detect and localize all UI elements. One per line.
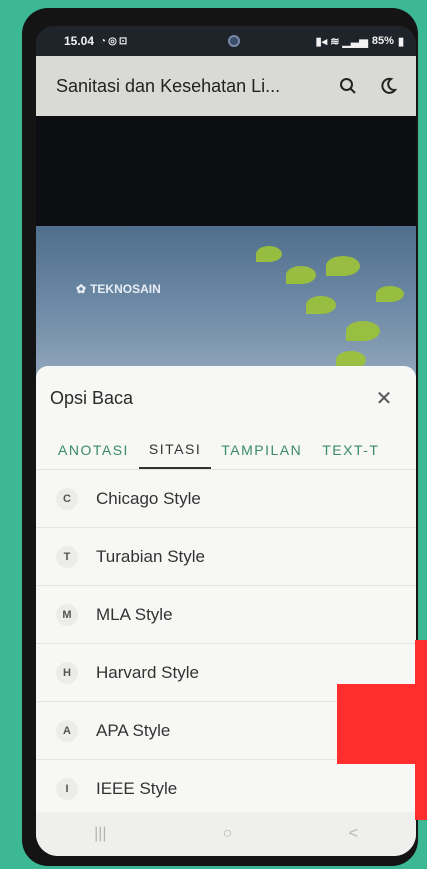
leaf-decoration — [306, 296, 336, 314]
leaf-decoration — [326, 256, 360, 276]
brand-icon: ✿ — [76, 282, 87, 296]
battery-level: 85% — [371, 35, 394, 47]
system-nav-bar: ||| ○ < — [36, 812, 416, 856]
dark-mode-icon[interactable] — [374, 72, 402, 100]
leaf-decoration — [376, 286, 404, 302]
style-label: Turabian Style — [96, 546, 205, 566]
brand-logo: ✿ TEKNOSAIN — [76, 282, 161, 296]
style-badge: A — [56, 719, 78, 742]
style-badge: C — [56, 487, 78, 510]
recents-button[interactable]: ||| — [94, 825, 106, 843]
style-badge: T — [56, 545, 78, 568]
app-bar: Sanitasi dan Kesehatan Li... — [36, 56, 416, 116]
list-item-mla[interactable]: M MLA Style — [36, 586, 416, 644]
status-bar: 15.04 ◔◎⊡ ▮◂ ≋ ▁▃▅ 85% ▮ — [36, 26, 416, 56]
lock-icon: ⊡ — [118, 35, 130, 47]
leaf-decoration — [256, 246, 282, 262]
page-title: Sanitasi dan Kesehatan Li... — [56, 75, 281, 96]
signal-icon: ▮◂ ≋ ▁▃▅ — [315, 35, 368, 48]
list-item-chicago[interactable]: C Chicago Style — [36, 470, 416, 528]
option-tabs: ANOTASI SITASI TAMPILAN TEXT-T — [36, 430, 416, 470]
style-label: Chicago Style — [96, 488, 201, 508]
close-icon[interactable]: ✕ — [370, 386, 398, 411]
red-arrow-overlay-tip — [415, 640, 427, 820]
back-button[interactable]: < — [349, 825, 358, 843]
status-right: ▮◂ ≋ ▁▃▅ 85% ▮ — [316, 35, 404, 48]
home-button[interactable]: ○ — [223, 825, 233, 843]
notification-icons: ◔◎⊡ — [100, 36, 129, 47]
style-badge: H — [56, 661, 78, 684]
tab-sitasi[interactable]: SITASI — [138, 430, 212, 469]
sheet-header: Opsi Baca ✕ — [36, 366, 416, 430]
status-time: 15.04 — [64, 34, 95, 48]
tab-tampilan[interactable]: TAMPILAN — [211, 430, 312, 469]
battery-icon: ▮ — [397, 35, 404, 48]
list-item-ieee[interactable]: I IEEE Style — [36, 760, 416, 818]
instagram-icon: ◎ — [108, 35, 119, 47]
whatsapp-icon: ◔ — [100, 35, 109, 47]
citation-style-list: C Chicago Style T Turabian Style M MLA S… — [36, 470, 416, 818]
tab-anotasi[interactable]: ANOTASI — [48, 430, 139, 469]
tab-text-to-speech[interactable]: TEXT-T — [312, 430, 389, 469]
red-arrow-overlay — [337, 684, 427, 764]
list-item-turabian[interactable]: T Turabian Style — [36, 528, 416, 586]
style-label: APA Style — [96, 720, 171, 740]
reading-options-sheet: Opsi Baca ✕ ANOTASI SITASI TAMPILAN TEXT… — [36, 366, 416, 856]
style-label: Harvard Style — [96, 662, 199, 682]
leaf-decoration — [346, 321, 380, 341]
sheet-title: Opsi Baca — [50, 387, 134, 408]
style-badge: M — [56, 603, 78, 626]
search-icon[interactable] — [334, 72, 362, 100]
brand-name: TEKNOSAIN — [90, 282, 161, 296]
camera-cutout — [228, 35, 240, 47]
style-badge: I — [56, 778, 78, 800]
style-label: MLA Style — [96, 604, 173, 624]
leaf-decoration — [286, 266, 316, 284]
style-label: IEEE Style — [96, 779, 178, 798]
